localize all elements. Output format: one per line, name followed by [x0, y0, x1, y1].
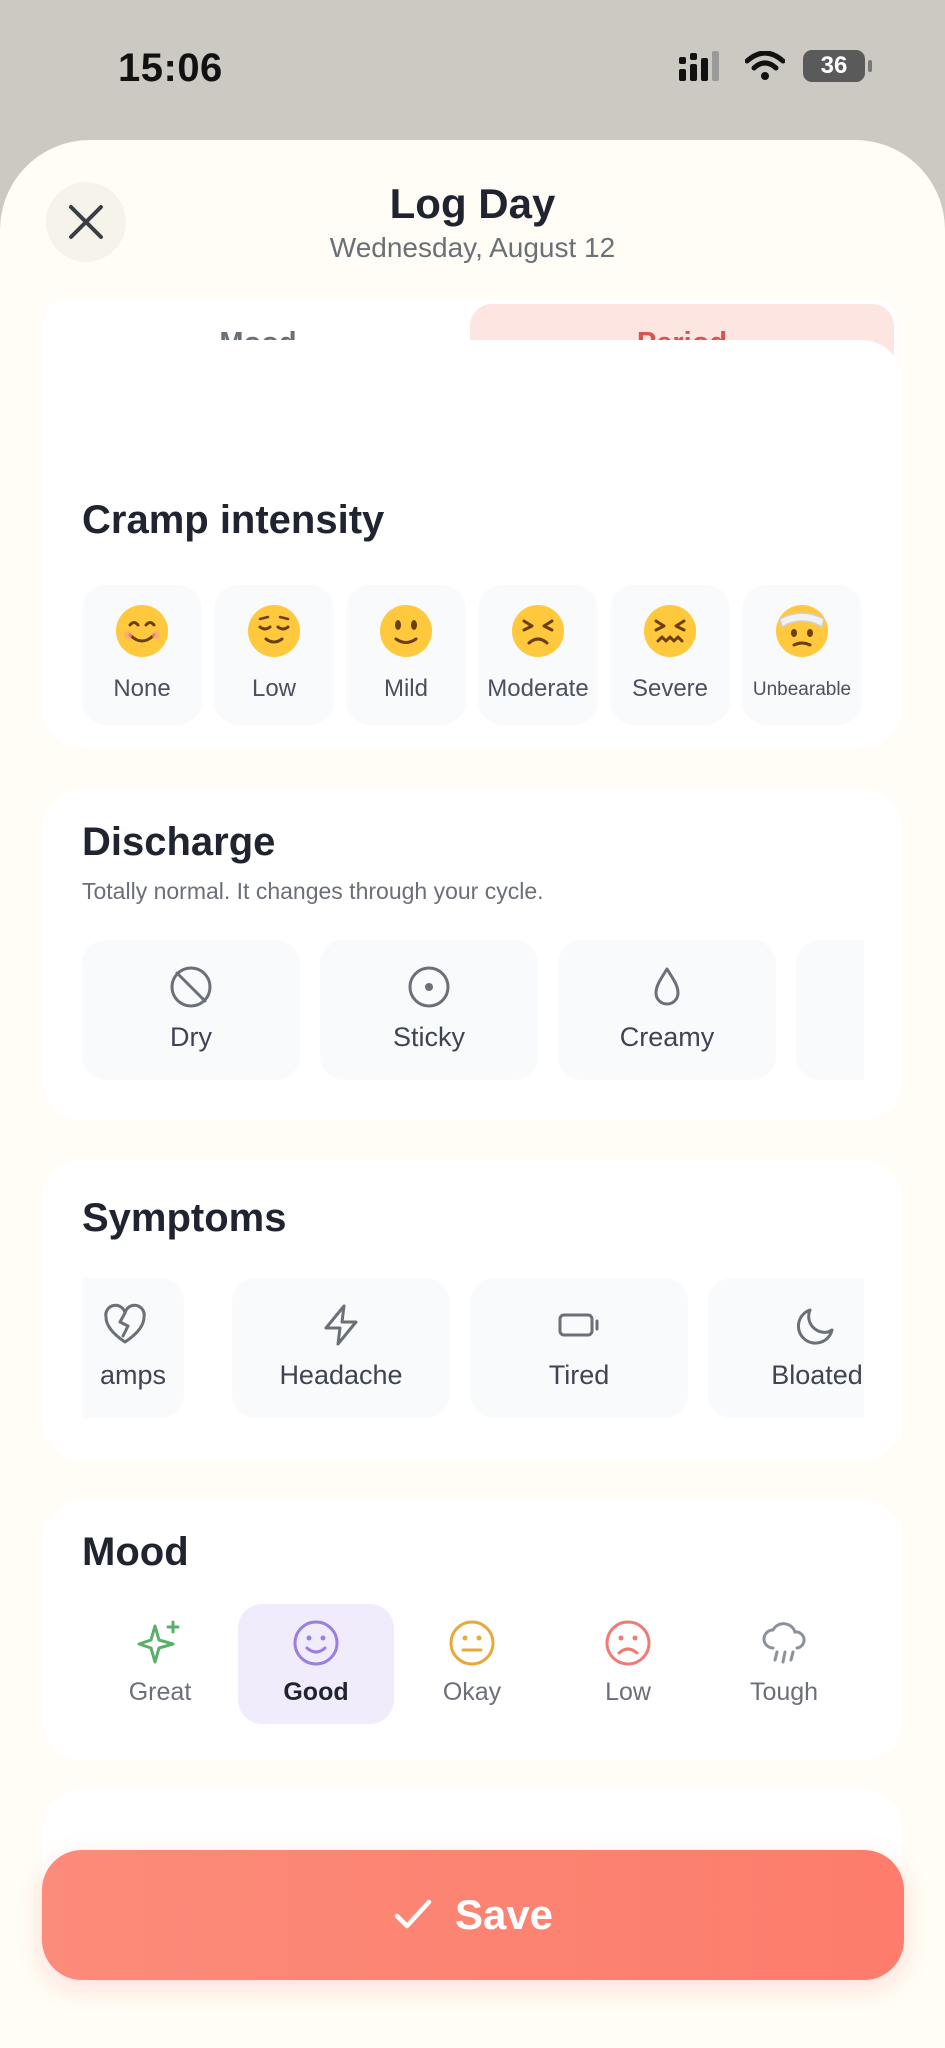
- battery-icon: 36: [803, 50, 872, 82]
- smiling-face-icon: [116, 605, 168, 657]
- page-title: Log Day: [389, 180, 556, 227]
- discharge-subtitle: Totally normal. It changes through your …: [82, 878, 544, 904]
- log-day-sheet: Log Day Wednesday, August 12 Mood Period…: [0, 140, 945, 2048]
- status-icons: 36: [679, 50, 872, 82]
- droplet-off-icon: [170, 966, 212, 1008]
- confounded-face-icon: [644, 605, 696, 657]
- mood-options: Great Good Okay Low Tough: [82, 1604, 902, 1724]
- cramp-option-mild[interactable]: Mild: [346, 585, 466, 725]
- cramp-option-none[interactable]: None: [82, 585, 202, 725]
- status-bar: 15:06 36: [0, 0, 945, 140]
- sparkles-icon: [137, 1620, 180, 1664]
- symptom-option-headache[interactable]: Headache: [232, 1278, 450, 1418]
- cramp-option-severe[interactable]: Severe: [610, 585, 730, 725]
- cloud-rain-icon: [762, 1622, 806, 1664]
- moon-icon: [796, 1308, 834, 1345]
- discharge-title: Discharge: [82, 820, 276, 864]
- cramp-title: Cramp intensity: [82, 498, 385, 542]
- lightning-icon: [324, 1304, 358, 1346]
- circle-dot-icon: [408, 966, 450, 1008]
- status-time: 15:06: [118, 46, 223, 90]
- symptom-option-bloated[interactable]: Bloated: [708, 1278, 864, 1418]
- cramp-option-unbearable[interactable]: Unbearable: [742, 585, 862, 725]
- mood-option-okay[interactable]: Okay: [394, 1604, 550, 1724]
- cramp-option-moderate[interactable]: Moderate: [478, 585, 598, 725]
- symptom-option-tired[interactable]: Tired: [470, 1278, 688, 1418]
- relieved-face-icon: [248, 605, 300, 657]
- discharge-options[interactable]: Dry Sticky Creamy: [82, 940, 864, 1080]
- smile-icon: [293, 1620, 339, 1666]
- discharge-option-sticky[interactable]: Sticky: [320, 940, 538, 1080]
- mood-title: Mood: [82, 1530, 189, 1574]
- check-icon: [394, 1899, 432, 1929]
- cramp-option-low[interactable]: Low: [214, 585, 334, 725]
- heart-crack-icon: [104, 1303, 146, 1344]
- discharge-option-creamy[interactable]: Creamy: [558, 940, 776, 1080]
- save-button[interactable]: Save: [42, 1850, 904, 1980]
- bandaged-face-icon: [776, 605, 828, 657]
- save-label: Save: [454, 1891, 554, 1938]
- neutral-face-icon: [449, 1620, 495, 1666]
- mood-option-great[interactable]: Great: [82, 1604, 238, 1724]
- discharge-option-dry[interactable]: Dry: [82, 940, 300, 1080]
- wifi-icon: [745, 51, 785, 80]
- battery-low-icon: [558, 1313, 599, 1337]
- cramp-options: None Low Mild Moderate Severe Unbearable: [82, 585, 906, 725]
- frown-icon: [605, 1620, 651, 1666]
- mood-option-tough[interactable]: Tough: [706, 1604, 862, 1724]
- droplet-icon: [654, 967, 680, 1006]
- slight-smile-icon: [380, 605, 432, 657]
- symptoms-title: Symptoms: [82, 1196, 287, 1240]
- persevering-face-icon: [512, 605, 564, 657]
- mood-option-low[interactable]: Low: [550, 1604, 706, 1724]
- signal-icon: [679, 51, 719, 81]
- symptoms-options[interactable]: amps Headache Tired Bloated: [82, 1278, 864, 1418]
- page-date: Wednesday, August 12: [329, 232, 616, 263]
- symptom-option-cramps[interactable]: amps: [82, 1278, 184, 1418]
- discharge-option-more[interactable]: [796, 940, 864, 1080]
- mood-option-good[interactable]: Good: [238, 1604, 394, 1724]
